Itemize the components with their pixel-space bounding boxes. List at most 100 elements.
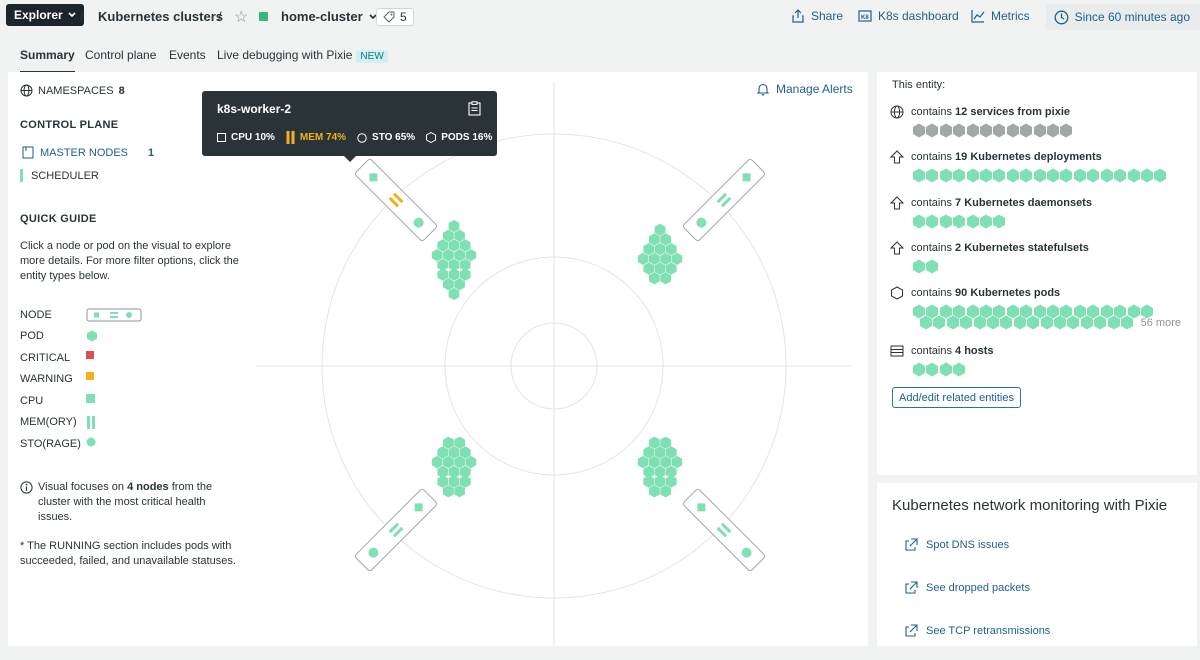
pod-hexagon[interactable] bbox=[671, 455, 683, 469]
entity-hexagon[interactable] bbox=[1033, 123, 1047, 138]
pod-hexagon[interactable] bbox=[654, 223, 666, 236]
entity-hexagon[interactable] bbox=[925, 259, 939, 274]
pod-hexagon[interactable] bbox=[454, 229, 465, 242]
legend-warning[interactable]: WARNING bbox=[20, 369, 250, 391]
entity-hexagon[interactable] bbox=[952, 214, 966, 229]
entity-hexagon[interactable] bbox=[979, 123, 993, 138]
pod-hexagon[interactable] bbox=[448, 446, 460, 459]
legend-cpu[interactable]: CPU bbox=[20, 390, 250, 412]
entity-hexagon[interactable] bbox=[1086, 168, 1100, 183]
legend-node[interactable]: NODE bbox=[20, 304, 250, 326]
entity-hexagon[interactable] bbox=[986, 315, 1000, 330]
entity-hexagon[interactable] bbox=[912, 214, 926, 229]
entity-hexagon[interactable] bbox=[1080, 315, 1094, 330]
node-card[interactable] bbox=[682, 488, 765, 571]
pod-hexagon[interactable] bbox=[437, 475, 449, 488]
entity-hexagon[interactable] bbox=[939, 214, 953, 229]
pod-hexagon[interactable] bbox=[448, 475, 460, 488]
pod-hexagon[interactable] bbox=[454, 455, 465, 469]
tab-summary[interactable]: Summary bbox=[20, 48, 75, 73]
see-tcp-retransmissions-link[interactable]: See TCP retransmissions bbox=[905, 624, 1050, 637]
entity-hexagon[interactable] bbox=[932, 315, 946, 330]
add-edit-related-entities-button[interactable]: Add/edit related entities bbox=[892, 387, 1021, 408]
pod-hexagon[interactable] bbox=[660, 455, 671, 469]
pod-hexagon[interactable] bbox=[660, 485, 671, 498]
pod-hexagon[interactable] bbox=[448, 239, 460, 252]
pod-hexagon[interactable] bbox=[448, 268, 460, 281]
breadcrumb-kubernetes-clusters[interactable]: Kubernetes clusters bbox=[98, 9, 223, 24]
node-card-frame[interactable] bbox=[682, 158, 765, 241]
more-pods-label[interactable]: 56 more bbox=[1141, 317, 1181, 329]
entity-hexagon[interactable] bbox=[1006, 168, 1020, 183]
entity-hexagon[interactable] bbox=[959, 315, 973, 330]
entity-hexagon[interactable] bbox=[973, 315, 987, 330]
pod-hexagon[interactable] bbox=[665, 262, 677, 275]
pod-hexagon[interactable] bbox=[459, 268, 471, 281]
pod-hexagon[interactable] bbox=[665, 446, 677, 459]
pod-hexagon[interactable] bbox=[643, 243, 655, 256]
relation-row[interactable]: contains 4 hosts bbox=[890, 344, 1190, 377]
spot-dns-issues-link[interactable]: Spot DNS issues bbox=[905, 538, 1009, 551]
entity-hexagon[interactable] bbox=[1066, 315, 1080, 330]
pod-hexagon[interactable] bbox=[437, 239, 449, 252]
node-cpu-indicator[interactable] bbox=[369, 173, 378, 182]
pod-hexagon[interactable] bbox=[654, 262, 666, 275]
pod-hexagon[interactable] bbox=[454, 278, 465, 291]
relation-row[interactable]: contains 12 services from pixie bbox=[890, 105, 1190, 138]
pod-hexagon[interactable] bbox=[443, 229, 454, 242]
entity-hexagon[interactable] bbox=[1046, 168, 1060, 183]
share-button[interactable]: Share bbox=[791, 9, 843, 23]
entity-hexagon[interactable] bbox=[1113, 168, 1127, 183]
entity-hexagon[interactable] bbox=[925, 123, 939, 138]
entity-hexagon[interactable] bbox=[992, 214, 1006, 229]
pod-hexagon[interactable] bbox=[643, 475, 655, 488]
entity-hexagon[interactable] bbox=[1107, 315, 1121, 330]
pod-hexagon[interactable] bbox=[665, 243, 677, 256]
node-card[interactable] bbox=[682, 158, 765, 241]
entity-hexagon[interactable] bbox=[946, 315, 960, 330]
tab-events[interactable]: Events bbox=[169, 48, 206, 71]
pod-hexagon[interactable] bbox=[459, 239, 471, 252]
pod-hexagon[interactable] bbox=[637, 455, 649, 469]
pod-hexagon[interactable] bbox=[649, 455, 660, 469]
pod-hexagon[interactable] bbox=[443, 455, 454, 469]
cluster-name-dropdown[interactable]: home-cluster bbox=[281, 9, 377, 24]
entity-hexagon[interactable] bbox=[1100, 168, 1114, 183]
pod-hexagon[interactable] bbox=[649, 252, 660, 265]
entity-hexagon[interactable] bbox=[912, 259, 926, 274]
entity-hexagon[interactable] bbox=[1026, 315, 1040, 330]
pod-cluster[interactable] bbox=[431, 219, 477, 301]
entity-hexagon[interactable] bbox=[966, 123, 980, 138]
pod-hexagon[interactable] bbox=[649, 436, 660, 449]
entity-hexagon[interactable] bbox=[1073, 168, 1087, 183]
pod-hexagon[interactable] bbox=[454, 436, 465, 449]
pod-hexagon[interactable] bbox=[665, 475, 677, 488]
legend-pod[interactable]: POD bbox=[20, 326, 250, 348]
pod-hexagon[interactable] bbox=[443, 436, 454, 449]
pod-hexagon[interactable] bbox=[431, 455, 443, 469]
entity-hexagon[interactable] bbox=[919, 315, 933, 330]
pod-hexagon[interactable] bbox=[649, 485, 660, 498]
entity-hexagon[interactable] bbox=[1013, 315, 1027, 330]
time-picker[interactable]: Since 60 minutes ago bbox=[1045, 4, 1200, 30]
entity-hexagon[interactable] bbox=[992, 168, 1006, 183]
pod-hexagon[interactable] bbox=[448, 219, 460, 233]
entity-hexagon[interactable] bbox=[1019, 168, 1033, 183]
pod-hexagon[interactable] bbox=[448, 287, 460, 301]
pod-cluster[interactable] bbox=[637, 223, 683, 285]
entity-hexagon[interactable] bbox=[966, 214, 980, 229]
entity-hexagon[interactable] bbox=[966, 168, 980, 183]
entity-hexagon[interactable] bbox=[912, 168, 926, 183]
relation-row[interactable]: contains 90 Kubernetes pods 56 more bbox=[890, 286, 1190, 330]
legend-storage[interactable]: STO(RAGE) bbox=[20, 433, 250, 455]
relation-row[interactable]: contains 7 Kubernetes daemonsets bbox=[890, 196, 1190, 229]
entity-hexagon[interactable] bbox=[1093, 315, 1107, 330]
entity-hexagon[interactable] bbox=[925, 362, 939, 377]
pod-hexagon[interactable] bbox=[660, 272, 671, 285]
pod-hexagon[interactable] bbox=[649, 272, 660, 285]
scheduler-item[interactable]: SCHEDULER bbox=[20, 169, 250, 182]
pod-hexagon[interactable] bbox=[660, 252, 671, 265]
entity-hexagon[interactable] bbox=[1127, 168, 1141, 183]
relation-row[interactable]: contains 2 Kubernetes statefulsets bbox=[890, 241, 1190, 274]
pod-cluster[interactable] bbox=[637, 436, 683, 498]
